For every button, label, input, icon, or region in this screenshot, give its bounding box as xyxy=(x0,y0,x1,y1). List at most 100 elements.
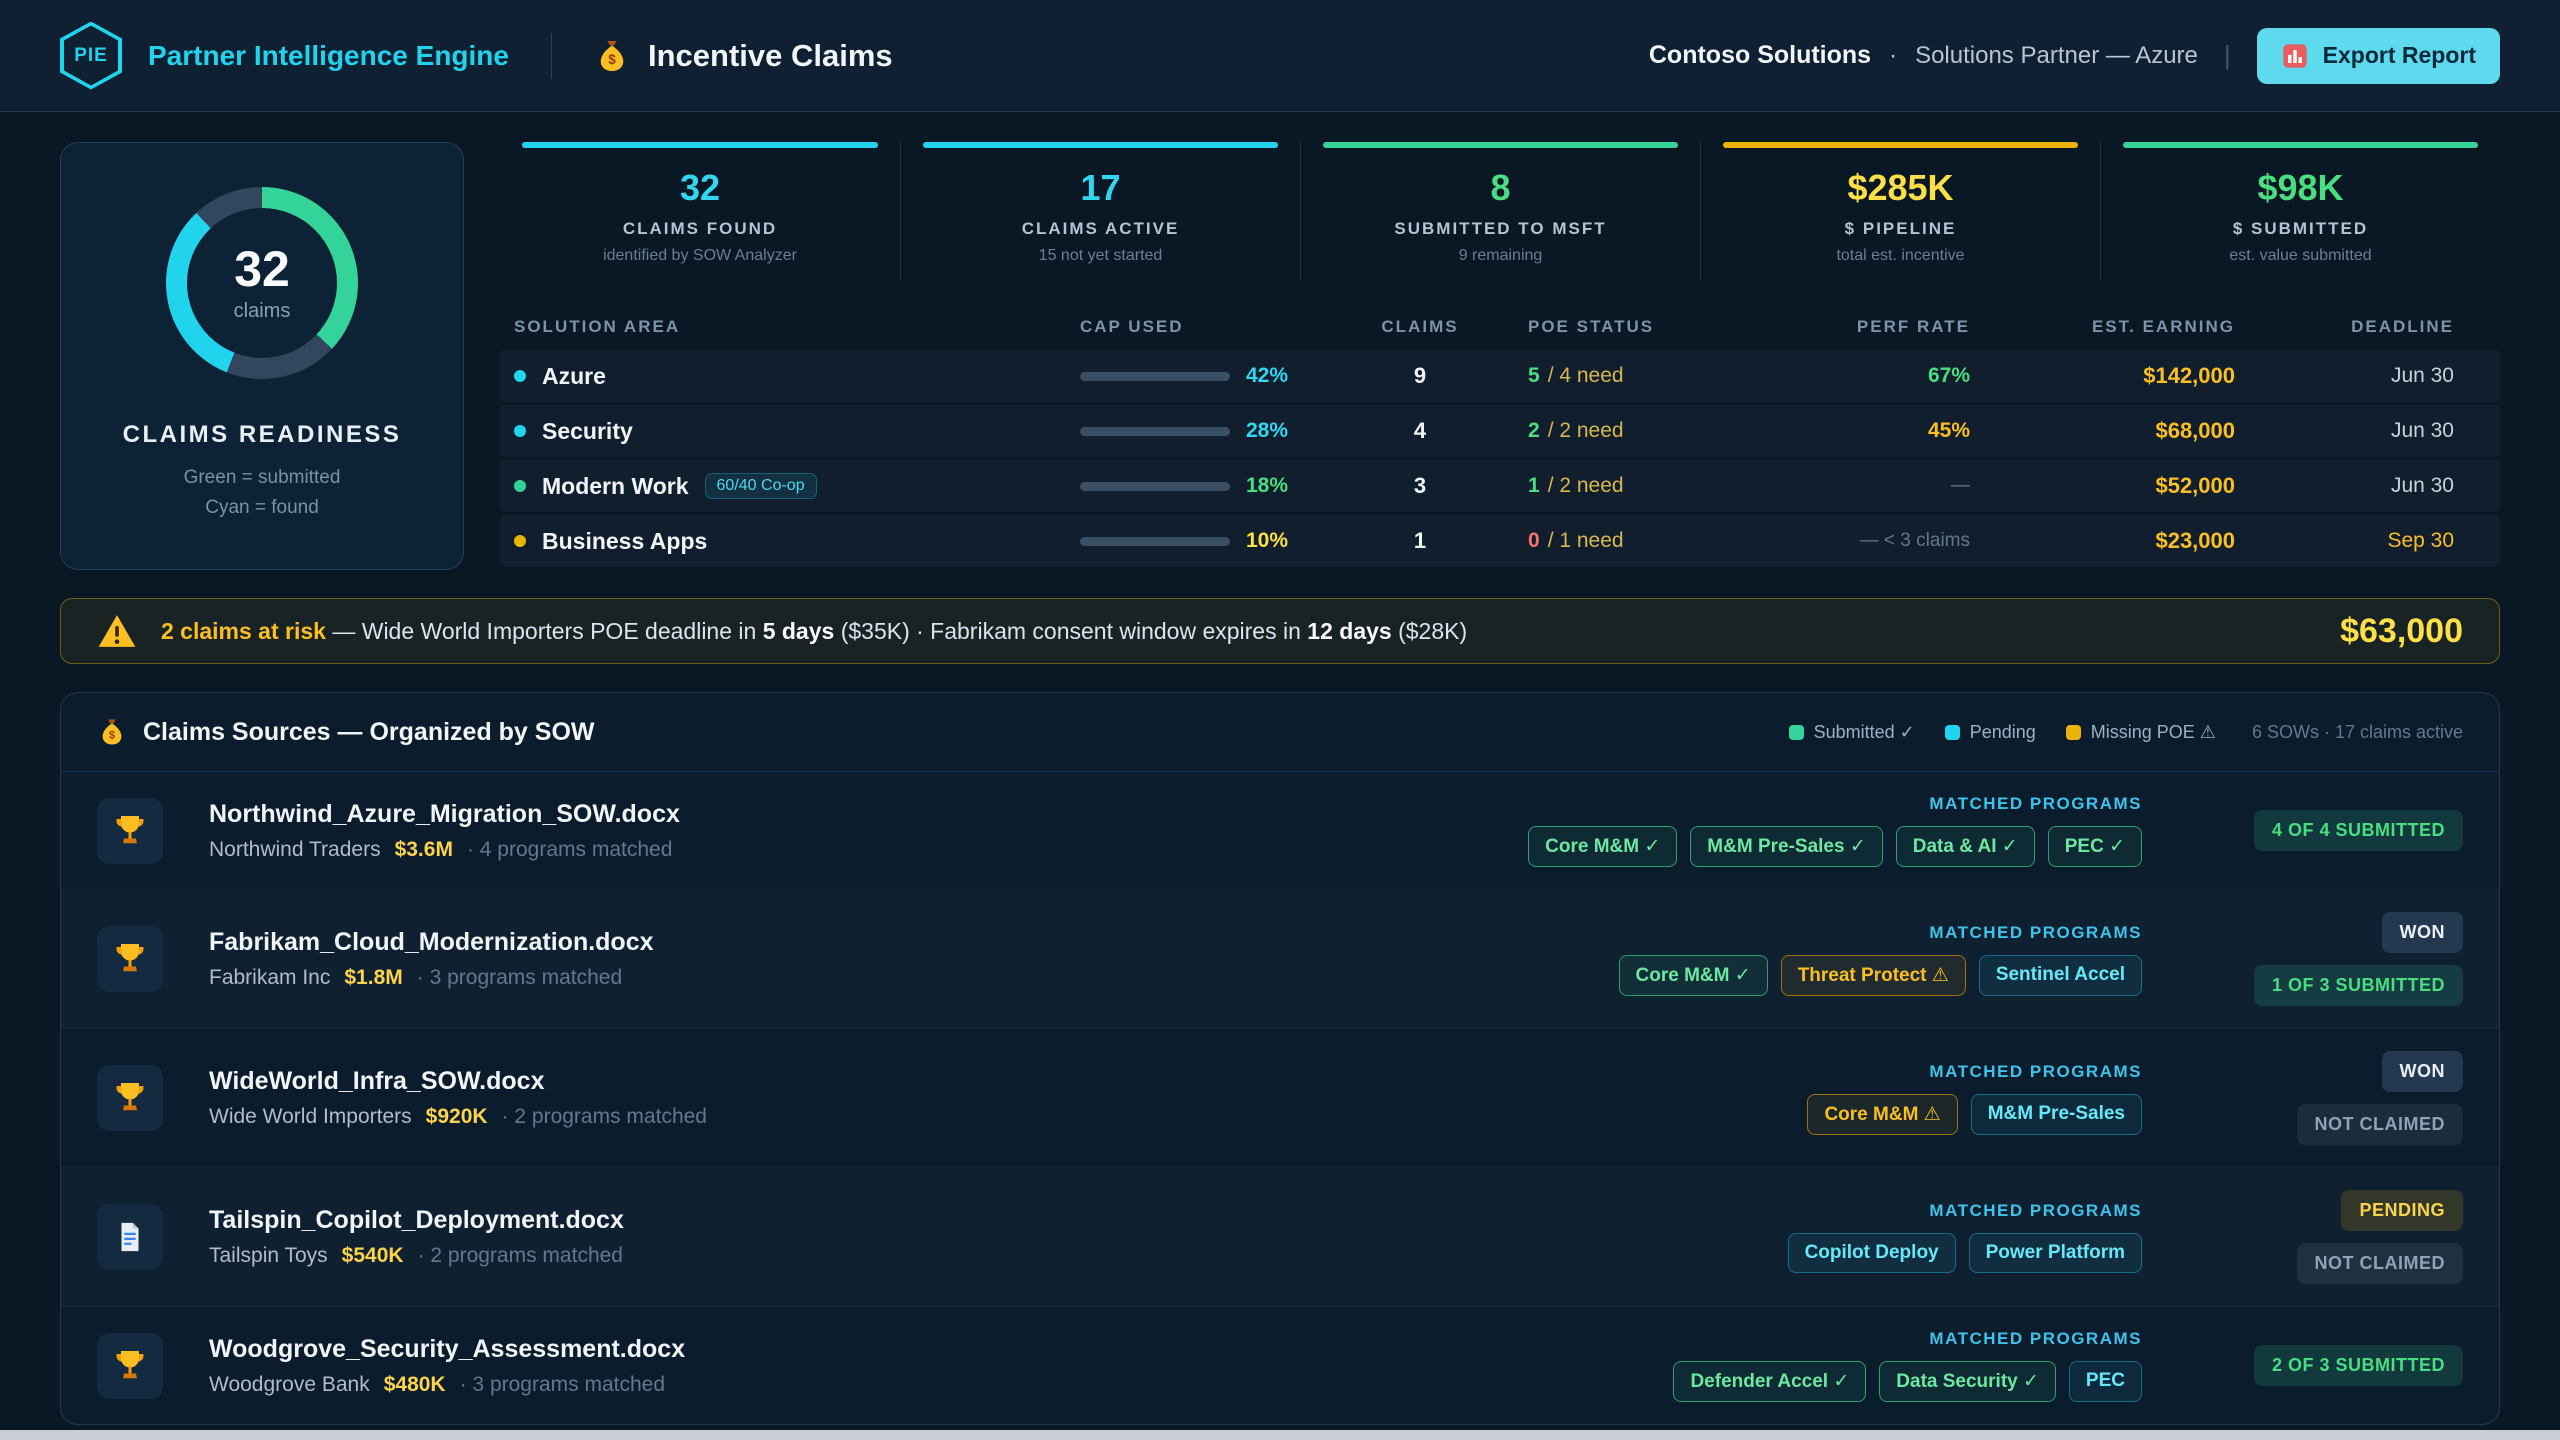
bottom-scrollbar[interactable] xyxy=(0,1430,2560,1440)
claims-count: 1 xyxy=(1360,528,1480,554)
sow-row-wideworld[interactable]: WideWorld_Infra_SOW.docx Wide World Impo… xyxy=(61,1029,2499,1168)
col-header-claims: CLAIMS xyxy=(1360,317,1480,337)
kpi-label: CLAIMS FOUND xyxy=(510,219,890,239)
claims-readiness-donut-chart: 32 claims xyxy=(166,187,358,379)
alert-message: 2 claims at risk — Wide World Importers … xyxy=(161,618,1467,645)
matched-programs: MATCHED PROGRAMS Core M&M ⚠ M&M Pre-Sale… xyxy=(1807,1062,2142,1135)
sow-status: 4 OF 4 SUBMITTED xyxy=(2178,810,2463,851)
kpi-claims-active: 17 CLAIMS ACTIVE 15 not yet started xyxy=(900,142,1300,281)
at-risk-amount: $63,000 xyxy=(2340,612,2463,651)
program-badge: Copilot Deploy xyxy=(1788,1233,1956,1273)
col-header-poe-status: POE STATUS xyxy=(1480,317,1810,337)
program-badge: Core M&M ✓ xyxy=(1528,826,1677,867)
legend-submitted: Submitted ✓ xyxy=(1789,722,1915,743)
kpi-sub: total est. incentive xyxy=(1711,247,2090,265)
header-pipe-divider: | xyxy=(2224,40,2231,71)
readiness-legend-found: Cyan = found xyxy=(184,493,341,523)
money-bag-icon: $ xyxy=(97,717,127,747)
app-title: Partner Intelligence Engine xyxy=(148,40,509,72)
kpi-value: 17 xyxy=(911,170,1290,206)
sow-row-tailspin[interactable]: Tailspin_Copilot_Deployment.docx Tailspi… xyxy=(61,1168,2499,1307)
sow-meta: · 2 programs matched xyxy=(502,1105,707,1129)
status-badge: WON xyxy=(2382,912,2464,953)
poe-status: 5/ 4 need xyxy=(1480,364,1810,388)
cap-used-percent: 10% xyxy=(1246,529,1288,553)
status-badge: NOT CLAIMED xyxy=(2297,1104,2464,1145)
sow-value: $1.8M xyxy=(344,966,402,990)
table-row-azure: Azure 42% 9 5/ 4 need 67% $142,000 Jun 3… xyxy=(500,350,2500,402)
kpi-claims-found: 32 CLAIMS FOUND identified by SOW Analyz… xyxy=(500,142,900,281)
business-apps-dot-icon xyxy=(514,535,526,547)
status-badge: 4 OF 4 SUBMITTED xyxy=(2254,810,2463,851)
program-badge: Defender Accel ✓ xyxy=(1673,1361,1866,1402)
kpi-label: $ PIPELINE xyxy=(1711,219,2090,239)
program-badge: Sentinel Accel xyxy=(1979,955,2142,996)
col-header-deadline: DEADLINE xyxy=(2235,317,2500,337)
sow-value: $920K xyxy=(426,1105,488,1129)
deadline: Jun 30 xyxy=(2235,474,2500,498)
security-dot-icon xyxy=(514,425,526,437)
poe-status: 2/ 2 need xyxy=(1480,419,1810,443)
poe-status: 1/ 2 need xyxy=(1480,474,1810,498)
cap-used-percent: 18% xyxy=(1246,474,1288,498)
sow-info: Fabrikam_Cloud_Modernization.docx Fabrik… xyxy=(209,928,1583,990)
claims-sources-legend: Submitted ✓ Pending Missing POE ⚠ 6 SOWs… xyxy=(1789,722,2463,743)
claims-readiness-card: 32 claims CLAIMS READINESS Green = submi… xyxy=(60,142,464,570)
claims-sources-header: $ Claims Sources — Organized by SOW Subm… xyxy=(61,693,2499,772)
main-content: 32 claims CLAIMS READINESS Green = submi… xyxy=(0,112,2560,1425)
partner-dot: · xyxy=(1889,42,1897,70)
col-header-perf-rate: PERF RATE xyxy=(1810,317,1970,337)
chart-icon xyxy=(2281,42,2309,70)
solution-area-name: Modern Work xyxy=(542,473,689,500)
sow-filename: Tailspin_Copilot_Deployment.docx xyxy=(209,1206,1752,1235)
deadline: Jun 30 xyxy=(2235,364,2500,388)
status-badge: NOT CLAIMED xyxy=(2297,1243,2464,1284)
pie-logo: PIE xyxy=(60,22,122,90)
status-badge: WON xyxy=(2382,1051,2464,1092)
sow-meta: · 3 programs matched xyxy=(417,966,622,990)
sow-info: Tailspin_Copilot_Deployment.docx Tailspi… xyxy=(209,1206,1752,1268)
kpi-value: $285K xyxy=(1711,170,2090,206)
legend-square-cyan xyxy=(1945,725,1960,740)
right-block: 32 CLAIMS FOUND identified by SOW Analyz… xyxy=(500,142,2500,570)
sow-value: $3.6M xyxy=(395,838,453,862)
sow-client: Woodgrove Bank xyxy=(209,1373,370,1397)
cap-used-bar xyxy=(1080,482,1230,491)
cap-used-bar xyxy=(1080,427,1230,436)
matched-programs-label: MATCHED PROGRAMS xyxy=(1929,1201,2142,1221)
est-earning: $23,000 xyxy=(1970,528,2235,554)
sow-row-fabrikam[interactable]: Fabrikam_Cloud_Modernization.docx Fabrik… xyxy=(61,890,2499,1029)
sow-filename: Woodgrove_Security_Assessment.docx xyxy=(209,1335,1637,1364)
svg-text:$: $ xyxy=(109,730,116,742)
matched-programs-label: MATCHED PROGRAMS xyxy=(1929,794,2142,814)
table-header-row: SOLUTION AREA CAP USED CLAIMS POE STATUS… xyxy=(500,301,2500,350)
donut-center: 32 claims xyxy=(166,187,358,379)
dashboard: PIE Partner Intelligence Engine $ Incent… xyxy=(0,0,2560,1440)
sources-summary: 6 SOWs · 17 claims active xyxy=(2252,722,2463,743)
kpi-label: SUBMITTED TO MSFT xyxy=(1311,219,1690,239)
export-report-button[interactable]: Export Report xyxy=(2257,28,2500,84)
est-earning: $68,000 xyxy=(1970,418,2235,444)
cap-used-bar xyxy=(1080,372,1230,381)
kpi-value: 32 xyxy=(510,170,890,206)
poe-status: 0/ 1 need xyxy=(1480,529,1810,553)
readiness-legend-submitted: Green = submitted xyxy=(184,463,341,493)
legend-missing-poe: Missing POE ⚠ xyxy=(2066,722,2216,743)
matched-programs-label: MATCHED PROGRAMS xyxy=(1929,1062,2142,1082)
kpi-sub: est. value submitted xyxy=(2111,247,2490,265)
program-badge: M&M Pre-Sales ✓ xyxy=(1690,826,1882,867)
program-badge: PEC xyxy=(2069,1361,2142,1402)
program-badge: Core M&M ✓ xyxy=(1619,955,1768,996)
donut-claims-count: 32 xyxy=(234,244,290,294)
program-badge: PEC ✓ xyxy=(2048,826,2142,867)
sow-row-northwind[interactable]: Northwind_Azure_Migration_SOW.docx North… xyxy=(61,772,2499,890)
coop-badge: 60/40 Co-op xyxy=(705,473,817,499)
trophy-icon xyxy=(112,1080,148,1116)
solution-area-name: Business Apps xyxy=(542,528,707,555)
sow-meta: · 3 programs matched xyxy=(460,1373,665,1397)
col-header-cap-used: CAP USED xyxy=(1080,317,1360,337)
cap-used-percent: 42% xyxy=(1246,364,1288,388)
sow-row-woodgrove[interactable]: Woodgrove_Security_Assessment.docx Woodg… xyxy=(61,1307,2499,1424)
kpi-sub: identified by SOW Analyzer xyxy=(510,247,890,265)
matched-programs-label: MATCHED PROGRAMS xyxy=(1929,1329,2142,1349)
